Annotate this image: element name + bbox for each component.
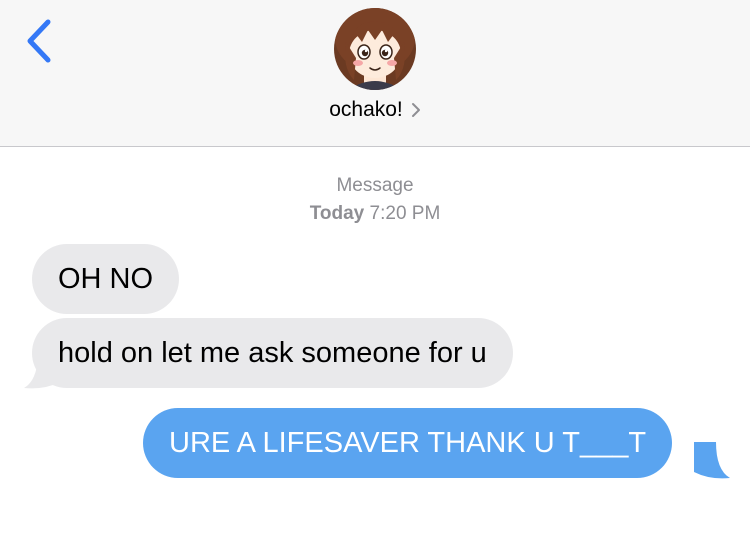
message-bubble-received[interactable]: OH NO	[32, 244, 180, 314]
message-text: hold on let me ask someone for u	[58, 337, 487, 369]
message-text: URE A LIFESAVER THANK U T___T	[169, 427, 647, 459]
avatar[interactable]	[334, 8, 416, 90]
conversation-header: ochako!	[0, 0, 750, 147]
timestamp-day: Today	[309, 203, 365, 224]
conversation-meta: Message Today 7:20 PM	[0, 172, 750, 228]
bubble-tail-sent	[694, 442, 730, 479]
message-bubble-received[interactable]: hold on let me ask someone for u	[32, 318, 513, 388]
timestamp-time: 7:20 PM	[369, 203, 441, 224]
chevron-left-icon	[27, 19, 51, 63]
chevron-right-icon	[411, 103, 420, 118]
message-bubble-sent[interactable]: URE A LIFESAVER THANK U T___T	[143, 408, 673, 478]
contact-avatar-image	[334, 8, 416, 90]
timestamp: Today 7:20 PM	[0, 200, 750, 228]
contact-name: ochako!	[329, 98, 403, 121]
message-text: OH NO	[58, 263, 154, 295]
service-label: Message	[336, 175, 414, 196]
contact-name-button[interactable]: ochako!	[0, 98, 750, 122]
back-button[interactable]	[18, 16, 62, 66]
